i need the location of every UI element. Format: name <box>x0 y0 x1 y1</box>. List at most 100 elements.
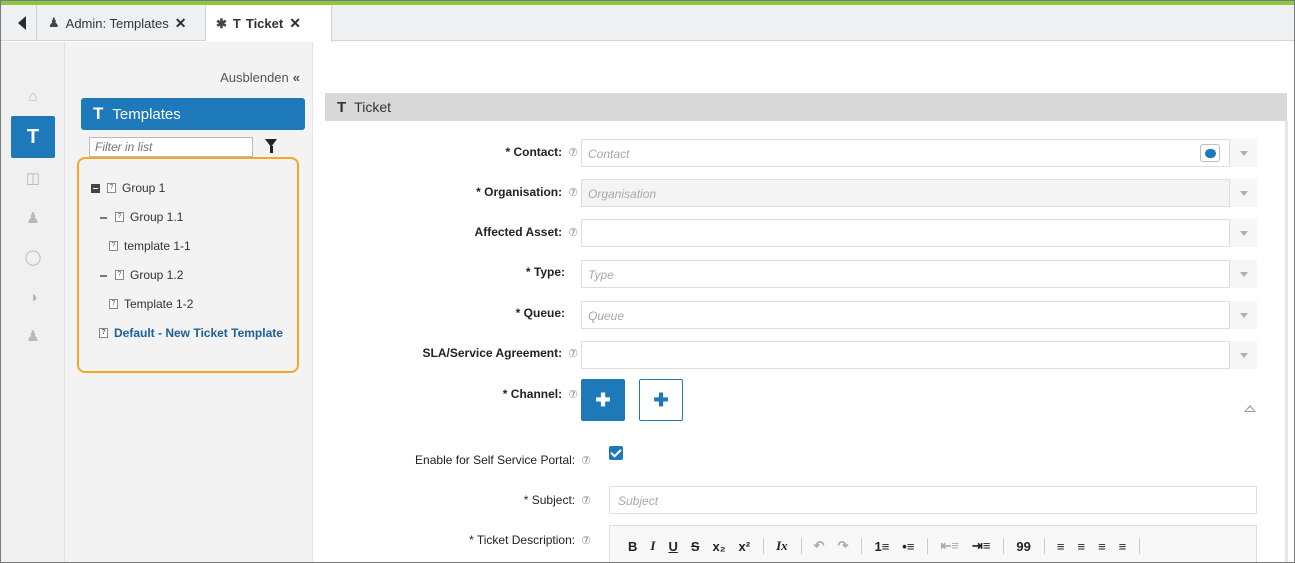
tab-bar: ♟ Admin: Templates ✕ ✱ T Ticket ✕ <box>1 5 1294 42</box>
tickets-icon[interactable]: T <box>11 116 55 158</box>
collapse-icon[interactable] <box>99 213 108 222</box>
strikethrough-button[interactable]: S <box>691 539 700 554</box>
contact-dropdown-button[interactable] <box>1229 139 1257 167</box>
organisation-placeholder: Organisation <box>588 187 657 201</box>
toolbar-divider <box>1139 538 1141 554</box>
toolbar-divider <box>861 538 863 554</box>
numbered-list-button[interactable]: 1≡ <box>874 539 889 554</box>
tree-item-template-1-1[interactable]: ? template 1-1 <box>109 239 191 253</box>
hide-panel-link[interactable]: Ausblenden « <box>220 70 300 85</box>
chevron-down-icon <box>1239 230 1248 236</box>
subject-placeholder: Subject <box>618 494 659 508</box>
back-button[interactable] <box>7 5 37 41</box>
type-dropdown-button[interactable] <box>1229 260 1257 288</box>
bullet-list-button[interactable]: •≡ <box>902 539 914 554</box>
help-icon[interactable]: ⑦ <box>568 226 578 239</box>
lightbulb-icon[interactable]: ◯ <box>13 239 53 275</box>
channel-phone-button[interactable]: ✚ <box>581 379 625 421</box>
help-icon[interactable]: ⑦ <box>581 534 591 547</box>
tree-item-template-1-2[interactable]: ? Template 1-2 <box>109 297 193 311</box>
tree-item-label: Group 1.1 <box>130 210 184 224</box>
editor-toolbar: B I U S x₂ x² Ix ↶ ↷ 1≡ •≡ ⇤≡ ⇥≡ 99 ≡ ≡ … <box>628 538 1152 554</box>
collapse-icon[interactable] <box>1244 405 1256 412</box>
tab-label: Admin: Templates <box>65 15 169 31</box>
template-icon: ? <box>107 183 116 193</box>
align-left-button[interactable]: ≡ <box>1057 539 1065 554</box>
ticket-icon: T <box>337 98 347 116</box>
scrollbar[interactable] <box>1285 121 1288 562</box>
align-center-button[interactable]: ≡ <box>1077 539 1085 554</box>
superscript-button[interactable]: x² <box>739 539 751 554</box>
tab-ticket[interactable]: ✱ T Ticket ✕ <box>206 5 332 42</box>
align-right-button[interactable]: ≡ <box>1098 539 1106 554</box>
subscript-button[interactable]: x₂ <box>713 539 726 554</box>
tree-item-label: Default - New Ticket Template <box>114 326 283 340</box>
filter-row <box>89 137 299 157</box>
collapse-icon[interactable] <box>91 183 100 193</box>
undo-button[interactable]: ↶ <box>814 538 825 554</box>
close-icon[interactable]: ✕ <box>289 15 301 32</box>
subject-input[interactable]: Subject <box>609 486 1257 514</box>
redo-button[interactable]: ↷ <box>838 538 849 554</box>
templates-panel: Ausblenden« T Templates ? Group 1 ? Grou… <box>65 42 313 562</box>
sla-field[interactable] <box>581 341 1257 369</box>
indent-button[interactable]: ⇥≡ <box>972 538 990 554</box>
help-icon[interactable]: ⑦ <box>568 347 578 360</box>
close-icon[interactable]: ✕ <box>175 15 187 32</box>
blockquote-button[interactable]: 99 <box>1016 539 1030 554</box>
underline-button[interactable]: U <box>668 539 677 554</box>
help-icon[interactable]: ⑦ <box>581 494 591 507</box>
panel-title: Templates <box>112 105 181 123</box>
queue-field[interactable]: Queue <box>581 301 1257 329</box>
contacts-icon[interactable]: ♟ <box>13 200 53 236</box>
type-field[interactable]: Type <box>581 260 1257 288</box>
template-tree: ? Group 1 ? Group 1.1 ? template 1-1 ? G… <box>77 157 299 373</box>
description-editor[interactable]: B I U S x₂ x² Ix ↶ ↷ 1≡ •≡ ⇤≡ ⇥≡ 99 ≡ ≡ … <box>609 525 1257 562</box>
chat-icon[interactable] <box>1200 144 1220 162</box>
tree-item-group-1-2[interactable]: ? Group 1.2 <box>99 268 183 282</box>
collapse-icon[interactable] <box>99 271 108 280</box>
tree-item-label: Group 1.2 <box>130 268 184 282</box>
tree-item-group-1[interactable]: ? Group 1 <box>91 181 165 195</box>
organisation-field[interactable]: Organisation <box>581 179 1257 207</box>
filter-input[interactable] <box>89 137 253 157</box>
tree-item-group-1-1[interactable]: ? Group 1.1 <box>99 210 183 224</box>
chevron-down-icon <box>1239 150 1248 156</box>
channel-email-button[interactable]: ✚ <box>639 379 683 421</box>
chevron-down-icon <box>1239 271 1248 277</box>
queue-placeholder: Queue <box>588 309 625 323</box>
channel-label: * Channel: ⑦ <box>502 387 578 401</box>
self-service-checkbox[interactable] <box>609 446 623 460</box>
help-icon[interactable]: ⑦ <box>568 186 578 199</box>
italic-button[interactable]: I <box>650 538 655 554</box>
organisation-dropdown-button[interactable] <box>1229 179 1257 207</box>
type-placeholder: Type <box>588 268 614 282</box>
contact-field[interactable]: Contact <box>581 139 1257 167</box>
sla-dropdown-button[interactable] <box>1229 341 1257 369</box>
reports-icon[interactable]: ◑ <box>13 279 53 315</box>
filter-icon[interactable] <box>265 139 277 153</box>
tab-admin-templates[interactable]: ♟ Admin: Templates ✕ <box>38 5 206 41</box>
home-icon[interactable]: ⌂ <box>13 78 53 114</box>
tree-item-default-template[interactable]: ? Default - New Ticket Template <box>99 326 283 340</box>
tree-item-label: Template 1-2 <box>124 297 194 311</box>
phone-channel-icon: ✚ <box>595 389 611 410</box>
outdent-button[interactable]: ⇤≡ <box>940 538 958 554</box>
admin-icon[interactable]: ♟ <box>13 318 53 354</box>
help-icon[interactable]: ⑦ <box>568 146 578 159</box>
database-icon[interactable]: ◫ <box>13 160 53 196</box>
help-icon[interactable]: ⑦ <box>568 388 578 401</box>
help-icon[interactable]: ⑦ <box>581 454 591 467</box>
align-justify-button[interactable]: ≡ <box>1119 539 1127 554</box>
affected-asset-field[interactable] <box>581 219 1257 247</box>
affected-asset-dropdown-button[interactable] <box>1229 219 1257 247</box>
tree-item-label: Group 1 <box>122 181 166 195</box>
clear-format-button[interactable]: Ix <box>776 538 788 554</box>
nav-rail: ⌂ T ◫ ♟ ◯ ◑ ♟ <box>1 42 65 562</box>
form-header: T Ticket <box>325 93 1287 121</box>
email-channel-icon: ✚ <box>653 389 669 410</box>
template-icon: ? <box>109 241 118 251</box>
queue-dropdown-button[interactable] <box>1229 301 1257 329</box>
template-icon: ? <box>109 299 118 309</box>
bold-button[interactable]: B <box>628 539 637 554</box>
